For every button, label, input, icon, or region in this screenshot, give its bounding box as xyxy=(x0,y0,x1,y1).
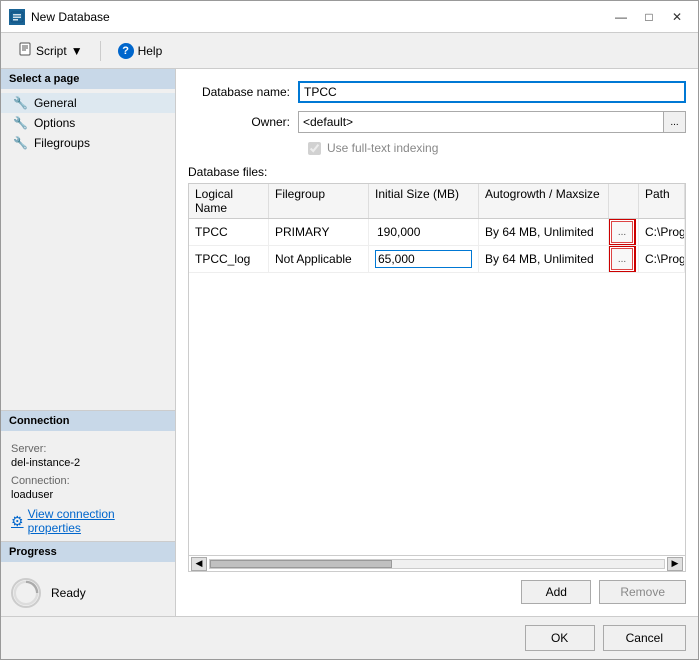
row1-path: C:\Program Files\ xyxy=(639,219,685,245)
script-button[interactable]: Script ▼ xyxy=(9,38,92,63)
row1-browse-cell: ... xyxy=(609,219,639,245)
owner-input[interactable] xyxy=(298,111,664,133)
row1-size-input[interactable] xyxy=(375,224,472,240)
close-button[interactable]: ✕ xyxy=(664,6,690,28)
owner-browse-button[interactable]: ... xyxy=(664,111,686,133)
view-connection-text: View connection properties xyxy=(28,507,165,535)
help-label: Help xyxy=(138,44,163,58)
row2-autogrowth: By 64 MB, Unlimited xyxy=(479,246,609,272)
sidebar-item-filegroups[interactable]: 🔧 Filegroups xyxy=(1,133,175,153)
db-name-label: Database name: xyxy=(188,85,298,99)
scroll-left-arrow[interactable]: ◀ xyxy=(191,557,207,571)
main-content: Select a page 🔧 General 🔧 Options 🔧 File… xyxy=(1,69,698,616)
owner-row: Owner: ... xyxy=(188,111,686,133)
cancel-button[interactable]: Cancel xyxy=(603,625,686,651)
row1-filegroup: PRIMARY xyxy=(269,219,369,245)
toolbar: Script ▼ ? Help xyxy=(1,33,698,69)
fulltext-checkbox[interactable] xyxy=(308,142,321,155)
remove-button[interactable]: Remove xyxy=(599,580,686,604)
script-dropdown-icon: ▼ xyxy=(71,44,83,58)
window-title: New Database xyxy=(31,10,608,24)
server-label: Server: xyxy=(11,443,165,455)
header-filegroup: Filegroup xyxy=(269,184,369,218)
row2-size[interactable] xyxy=(369,246,479,272)
db-name-input[interactable] xyxy=(298,81,686,103)
fulltext-checkbox-row: Use full-text indexing xyxy=(188,141,686,155)
new-database-window: New Database ― □ ✕ Script ▼ ? Help xyxy=(0,0,699,660)
window-icon xyxy=(9,9,25,25)
server-value: del-instance-2 xyxy=(11,457,165,469)
row2-logical: TPCC_log xyxy=(189,246,269,272)
row1-logical: TPCC xyxy=(189,219,269,245)
ok-button[interactable]: OK xyxy=(525,625,595,651)
fulltext-label: Use full-text indexing xyxy=(327,141,438,155)
connection-header: Connection xyxy=(1,411,175,431)
row2-browse-cell: ... xyxy=(609,246,639,272)
table-action-buttons: Add Remove xyxy=(188,580,686,604)
row1-autogrowth: By 64 MB, Unlimited xyxy=(479,219,609,245)
header-size: Initial Size (MB) xyxy=(369,184,479,218)
owner-label: Owner: xyxy=(188,115,298,129)
wrench-icon-options: 🔧 xyxy=(13,116,28,130)
sidebar: Select a page 🔧 General 🔧 Options 🔧 File… xyxy=(1,69,176,616)
help-icon: ? xyxy=(118,43,134,59)
scroll-track[interactable] xyxy=(209,559,665,569)
sidebar-label-general: General xyxy=(34,96,77,110)
wrench-icon-general: 🔧 xyxy=(13,96,28,110)
connection-label: Connection: xyxy=(11,475,165,487)
db-name-row: Database name: xyxy=(188,81,686,103)
dialog-footer: OK Cancel xyxy=(1,616,698,659)
toolbar-separator xyxy=(100,41,101,61)
scroll-right-arrow[interactable]: ▶ xyxy=(667,557,683,571)
script-label: Script xyxy=(36,44,67,58)
db-files-table: Logical Name Filegroup Initial Size (MB)… xyxy=(188,183,686,572)
progress-header: Progress xyxy=(1,542,175,562)
header-logical: Logical Name xyxy=(189,184,269,218)
maximize-button[interactable]: □ xyxy=(636,6,662,28)
minimize-button[interactable]: ― xyxy=(608,6,634,28)
db-files-label: Database files: xyxy=(188,165,686,179)
connection-value: loaduser xyxy=(11,489,165,501)
header-autogrowth: Autogrowth / Maxsize xyxy=(479,184,609,218)
view-connection-link[interactable]: ⚙ View connection properties xyxy=(11,507,165,535)
row1-browse-button[interactable]: ... xyxy=(611,221,633,243)
connection-details: Server: del-instance-2 Connection: loadu… xyxy=(1,437,175,541)
scroll-thumb[interactable] xyxy=(210,560,392,568)
add-button[interactable]: Add xyxy=(521,580,591,604)
sidebar-item-general[interactable]: 🔧 General xyxy=(1,93,175,113)
progress-section: Progress Ready xyxy=(1,541,175,616)
horizontal-scrollbar[interactable]: ◀ ▶ xyxy=(189,555,685,571)
connection-section: Connection Server: del-instance-2 Connec… xyxy=(1,410,175,541)
header-path: Path xyxy=(639,184,685,218)
sidebar-nav: 🔧 General 🔧 Options 🔧 Filegroups xyxy=(1,89,175,410)
sidebar-item-options[interactable]: 🔧 Options xyxy=(1,113,175,133)
script-icon xyxy=(18,42,32,59)
ready-text: Ready xyxy=(51,586,86,600)
table-row: TPCC PRIMARY By 64 MB, Unlimited ... C:\… xyxy=(189,219,685,246)
table-row: TPCC_log Not Applicable By 64 MB, Unlimi… xyxy=(189,246,685,273)
header-browse xyxy=(609,184,639,218)
owner-input-group: ... xyxy=(298,111,686,133)
content-area: Database name: Owner: ... Use full-text … xyxy=(176,69,698,616)
sidebar-label-filegroups: Filegroups xyxy=(34,136,90,150)
row2-path: C:\Program Files\ xyxy=(639,246,685,272)
table-header: Logical Name Filegroup Initial Size (MB)… xyxy=(189,184,685,219)
wrench-icon-filegroups: 🔧 xyxy=(13,136,28,150)
sidebar-label-options: Options xyxy=(34,116,75,130)
table-body: TPCC PRIMARY By 64 MB, Unlimited ... C:\… xyxy=(189,219,685,555)
progress-spinner xyxy=(11,578,41,608)
help-button[interactable]: ? Help xyxy=(109,39,172,63)
connection-link-icon: ⚙ xyxy=(11,513,24,530)
row2-size-input[interactable] xyxy=(375,250,472,268)
progress-area: Ready xyxy=(1,570,175,616)
row2-filegroup: Not Applicable xyxy=(269,246,369,272)
window-controls: ― □ ✕ xyxy=(608,6,690,28)
title-bar: New Database ― □ ✕ xyxy=(1,1,698,33)
row1-size[interactable] xyxy=(369,219,479,245)
select-page-header: Select a page xyxy=(1,69,175,89)
row2-browse-button[interactable]: ... xyxy=(611,248,633,270)
